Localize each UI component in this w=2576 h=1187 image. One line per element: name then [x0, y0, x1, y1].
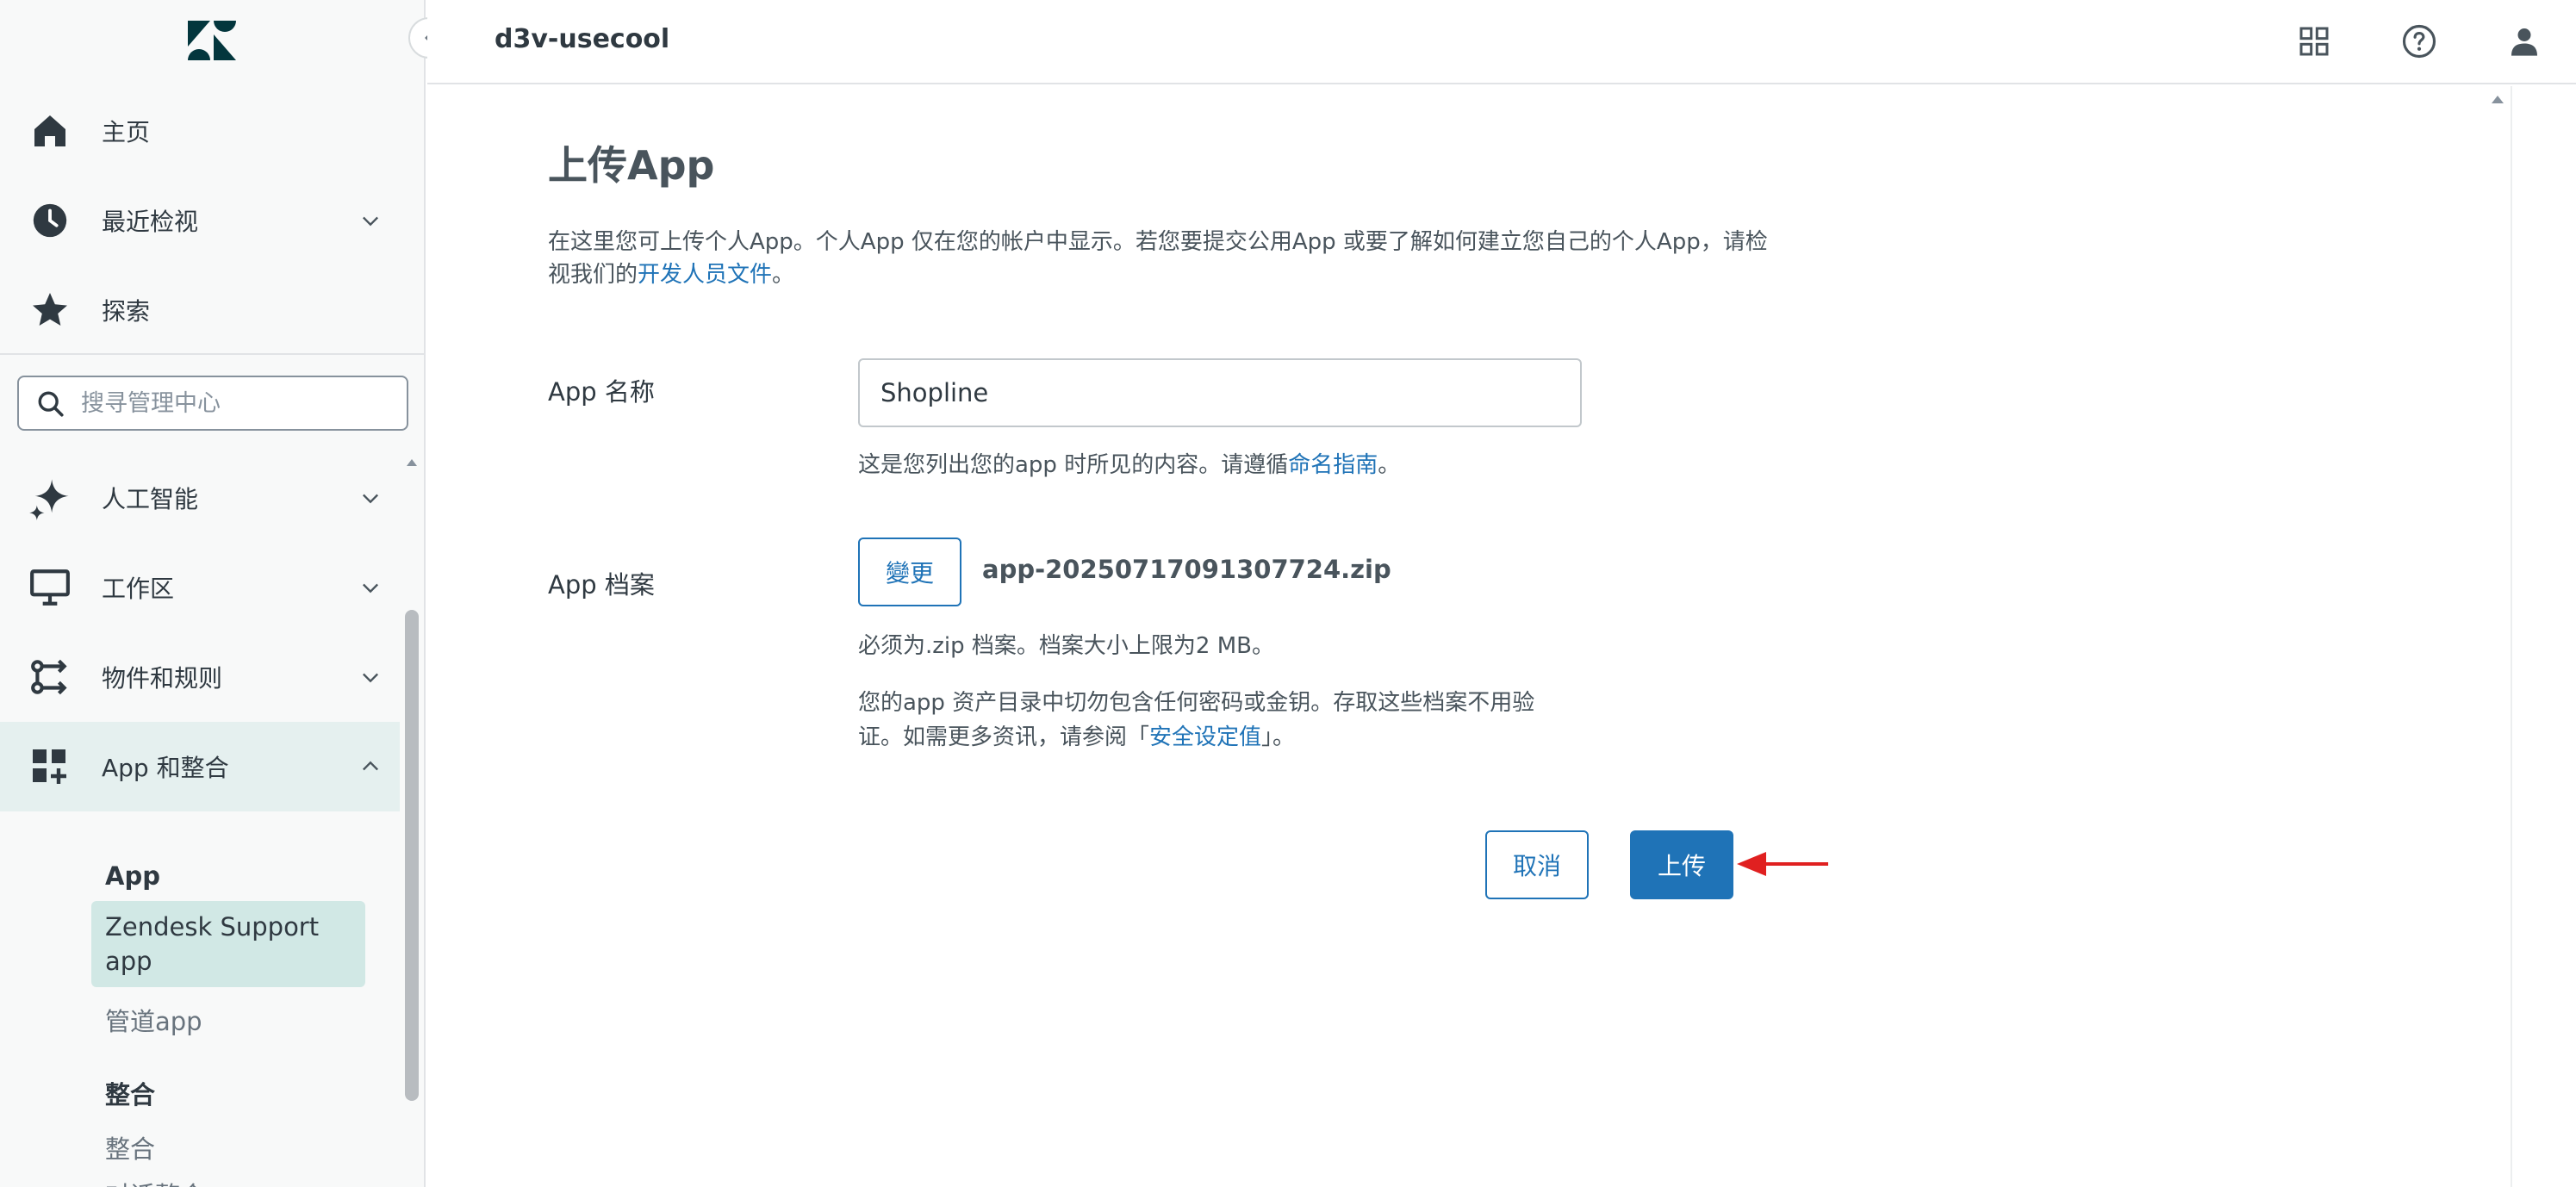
- scroll-up-arrow-icon[interactable]: [405, 457, 419, 467]
- submenu-item-integrations[interactable]: 整合: [91, 1123, 365, 1175]
- app-name-hint: 这是您列出您的app 时所见的内容。请遵循命名指南。: [858, 448, 1400, 482]
- naming-guide-link[interactable]: 命名指南: [1288, 452, 1378, 478]
- developer-docs-link[interactable]: 开发人员文件: [638, 262, 772, 288]
- star-icon: [28, 288, 72, 332]
- sidebar: 主页 最近检视 探索 人工智能 工作区: [0, 0, 426, 1187]
- submenu-item-zendesk-support-app[interactable]: Zendesk Support app: [91, 901, 365, 987]
- app-name-input[interactable]: [858, 358, 1582, 427]
- nav-item-objects-rules[interactable]: 物件和规则: [0, 632, 400, 722]
- sidebar-divider: [0, 353, 424, 355]
- nav-item-recent[interactable]: 最近检视: [0, 176, 400, 265]
- app-name-label: App 名称: [548, 377, 655, 407]
- top-header: d3v-usecool: [427, 0, 2576, 84]
- cancel-button[interactable]: 取消: [1485, 830, 1589, 899]
- main-scrollbar-track[interactable]: [2511, 86, 2512, 1187]
- page-title: 上传App: [548, 142, 715, 189]
- nav-item-home[interactable]: 主页: [0, 86, 400, 176]
- nav-item-label: App 和整合: [102, 754, 229, 782]
- home-icon: [28, 109, 72, 153]
- admin-search-box[interactable]: [17, 376, 408, 431]
- chevron-down-icon[interactable]: [358, 665, 383, 689]
- red-arrow-annotation-icon: [1737, 852, 1828, 876]
- upload-button[interactable]: 上传: [1630, 830, 1733, 899]
- zendesk-logo-icon[interactable]: [188, 21, 236, 60]
- nav-item-label: 主页: [102, 118, 151, 146]
- routing-icon: [28, 655, 72, 699]
- hint-end: 。: [1378, 452, 1401, 478]
- nav-item-label: 人工智能: [102, 485, 199, 513]
- scroll-up-arrow-icon[interactable]: [2490, 93, 2505, 105]
- admin-search-input[interactable]: [81, 382, 391, 424]
- products-grid-icon[interactable]: [2293, 21, 2335, 62]
- sparkle-icon: [28, 475, 72, 520]
- sidebar-scrollbar[interactable]: [405, 610, 419, 1101]
- chevron-down-icon[interactable]: [358, 486, 383, 510]
- search-icon: [38, 391, 64, 417]
- uploaded-file-name: app-20250717091307724.zip: [982, 555, 1391, 584]
- security-settings-link[interactable]: 安全设定值: [1149, 724, 1261, 750]
- nav-item-ai[interactable]: 人工智能: [0, 453, 400, 543]
- apps-add-icon: [28, 744, 72, 789]
- nav-item-label: 物件和规则: [102, 664, 223, 693]
- chevron-up-icon[interactable]: [358, 755, 383, 779]
- app-file-label: App 档案: [548, 570, 655, 600]
- nav-item-workspace[interactable]: 工作区: [0, 543, 400, 632]
- file-security-hint: 您的app 资产目录中切勿包含任何密码或金钥。存取这些档案不用验证。如需更多资讯…: [858, 686, 1573, 755]
- intro-end: 。: [772, 262, 795, 288]
- nav-item-label: 探索: [102, 297, 151, 326]
- hint-end: 」。: [1261, 724, 1296, 750]
- change-file-button[interactable]: 變更: [858, 538, 961, 606]
- intro-text: 在这里您可上传个人App。个人App 仅在您的帐户中显示。若您要提交公用App …: [548, 226, 1789, 291]
- user-avatar-icon[interactable]: [2504, 21, 2545, 62]
- file-format-hint: 必须为.zip 档案。档案大小上限为2 MB。: [858, 633, 1274, 659]
- nav-item-label: 工作区: [102, 575, 175, 603]
- monitor-icon: [28, 565, 72, 610]
- nav-item-explore[interactable]: 探索: [0, 265, 400, 355]
- submenu-item-channel-app[interactable]: 管道app: [91, 996, 365, 1047]
- chevron-down-icon[interactable]: [358, 208, 383, 233]
- hint-body: 这是您列出您的app 时所见的内容。请遵循: [858, 452, 1289, 478]
- clock-icon: [28, 198, 72, 243]
- chevron-down-icon[interactable]: [358, 575, 383, 600]
- nav-item-apps-integrations[interactable]: App 和整合: [0, 722, 400, 811]
- submenu-item-conversation-integrations[interactable]: 对话整合: [91, 1170, 365, 1187]
- submenu-group-title-integrations: 整合: [105, 1080, 156, 1109]
- nav-item-label: 最近检视: [102, 208, 199, 236]
- account-name: d3v-usecool: [495, 24, 670, 54]
- help-icon[interactable]: [2399, 21, 2440, 62]
- submenu-group-title-app: App: [105, 861, 160, 891]
